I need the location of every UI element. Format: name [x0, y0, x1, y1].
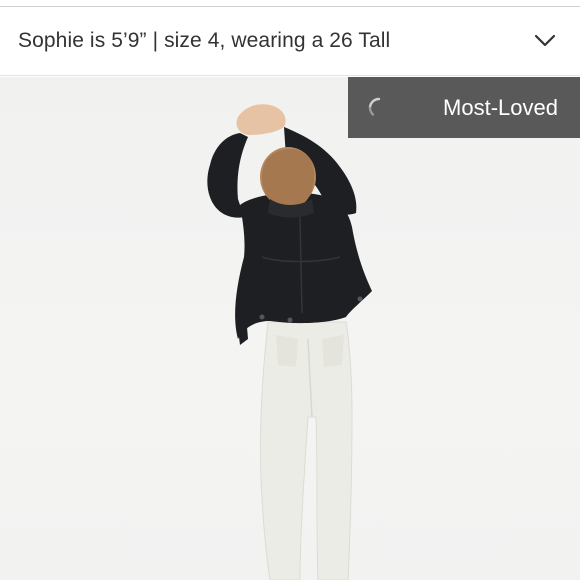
model-size-accordion[interactable]: Sophie is 5’9” | size 4, wearing a 26 Ta…: [0, 7, 580, 76]
model-size-text: Sophie is 5’9” | size 4, wearing a 26 Ta…: [18, 29, 391, 52]
most-loved-label: Most-Loved: [443, 94, 558, 120]
model-illustration: [207, 104, 372, 580]
product-photo: [0, 77, 580, 580]
loading-spinner-icon: [368, 97, 390, 119]
most-loved-badge: Most-Loved: [348, 77, 580, 138]
chevron-down-icon[interactable]: [532, 28, 558, 54]
